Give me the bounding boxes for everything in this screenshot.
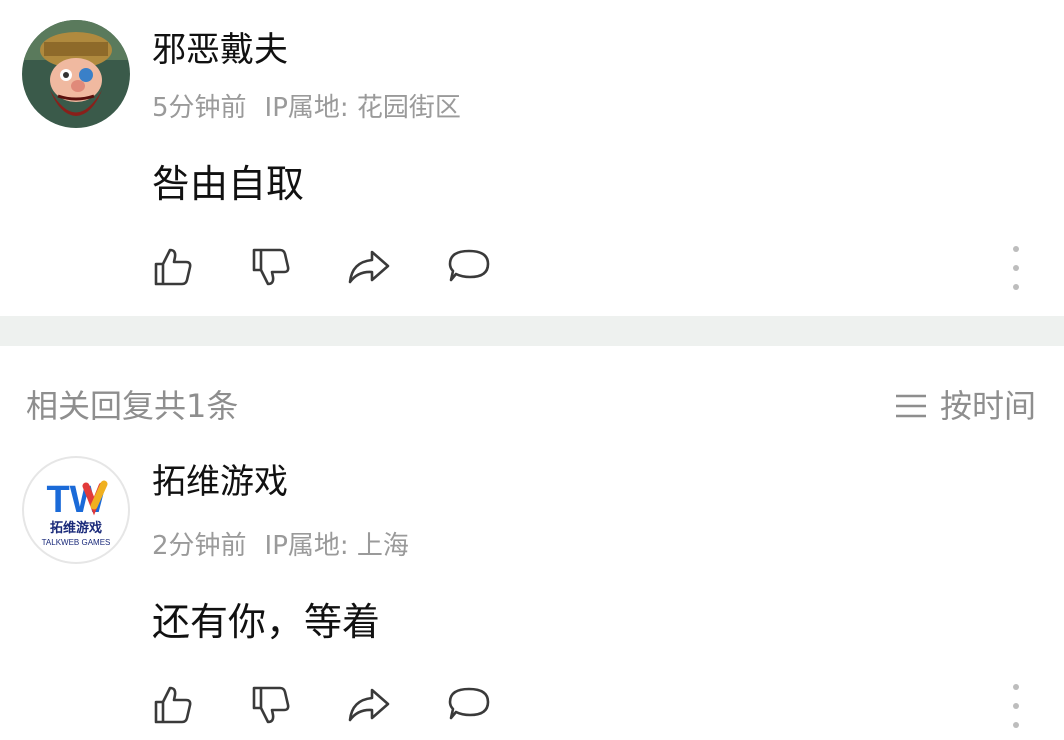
share-icon: [348, 250, 390, 284]
comment-icon: [448, 249, 490, 282]
share-icon: [348, 688, 390, 722]
section-divider: [0, 316, 1064, 346]
logo-brand-en: TALKWEB GAMES: [42, 538, 111, 547]
comment-dislike-button[interactable]: [248, 244, 294, 290]
reply-username[interactable]: 拓维游戏: [152, 462, 288, 502]
more-icon: [1013, 246, 1019, 252]
list-icon: [895, 394, 926, 418]
reply-ip-location: IP属地: 上海: [264, 531, 409, 561]
comment-content: 咎由自取: [152, 162, 305, 206]
sort-label: 按时间: [939, 387, 1036, 425]
comment-like-button[interactable]: [150, 244, 196, 290]
sort-by-time-button[interactable]: 按时间: [894, 386, 1036, 426]
replies-count-title: 相关回复共1条: [26, 387, 239, 425]
comment-time: 5分钟前: [152, 93, 247, 123]
reply-more-button[interactable]: [1006, 684, 1026, 728]
reply-like-button[interactable]: [150, 682, 196, 728]
more-icon: [1013, 684, 1019, 690]
comment-more-button[interactable]: [1006, 246, 1026, 290]
thumbs-down-icon: [252, 686, 290, 724]
comment-meta: 5分钟前 IP属地: 花园街区: [152, 92, 461, 124]
comment-share-button[interactable]: [346, 244, 392, 290]
reply-dislike-button[interactable]: [248, 682, 294, 728]
thumbs-up-icon: [154, 686, 192, 724]
comment-username[interactable]: 邪恶戴夫: [152, 30, 288, 70]
thumbs-down-icon: [252, 248, 290, 286]
logo-brand-cn: 拓维游戏: [50, 520, 102, 536]
reply-content: 还有你，等着: [152, 600, 381, 644]
reply-time: 2分钟前: [152, 531, 247, 561]
avatar-reply-user[interactable]: TW 拓维游戏 TALKWEB GAMES: [22, 456, 130, 564]
thumbs-up-icon: [154, 248, 192, 286]
comment-reply-button[interactable]: [446, 244, 492, 290]
comment-icon: [448, 687, 490, 720]
comment-ip-location: IP属地: 花园街区: [264, 93, 461, 123]
reply-comment-button[interactable]: [446, 682, 492, 728]
reply-share-button[interactable]: [346, 682, 392, 728]
reply-meta: 2分钟前 IP属地: 上海: [152, 530, 409, 562]
avatar-comment-user[interactable]: [22, 20, 130, 128]
